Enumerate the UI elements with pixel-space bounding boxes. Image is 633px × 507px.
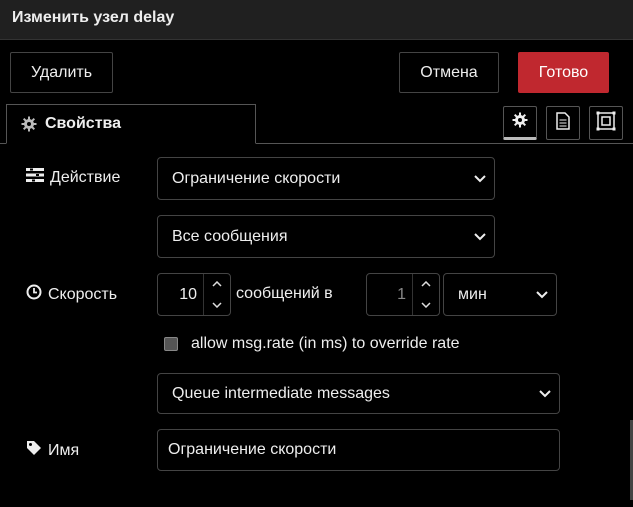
- stepper-down-icon[interactable]: [204, 295, 230, 316]
- chevron-down-icon: [474, 170, 486, 188]
- queue-mode-select[interactable]: Queue intermediate messages: [157, 373, 560, 414]
- chevron-down-icon: [474, 228, 486, 246]
- chevron-down-icon: [536, 286, 548, 304]
- stepper-arrows: [203, 274, 230, 315]
- tab-description-button[interactable]: [546, 106, 580, 140]
- stepper-up-icon[interactable]: [204, 274, 230, 295]
- name-label-row: Имя: [26, 440, 79, 461]
- chevron-down-icon: [539, 385, 551, 403]
- gear-icon: [512, 112, 528, 133]
- dialog-title: Изменить узел delay: [12, 9, 175, 26]
- rate-count-stepper[interactable]: 10: [157, 273, 231, 316]
- tab-settings-button[interactable]: [503, 106, 537, 140]
- queue-mode-value: Queue intermediate messages: [172, 384, 390, 402]
- delete-button[interactable]: Удалить: [10, 52, 113, 93]
- list-icon: [26, 168, 44, 187]
- tab-properties[interactable]: Свойства: [6, 104, 256, 144]
- tag-icon: [26, 440, 42, 461]
- rate-unit-value: мин: [458, 285, 487, 303]
- action-mode-value: Ограничение скорости: [172, 169, 341, 187]
- stepper-down-icon[interactable]: [413, 295, 439, 316]
- rate-interval-stepper[interactable]: 1: [366, 273, 440, 316]
- action-scope-value: Все сообщения: [172, 227, 288, 245]
- rate-label: Скорость: [48, 285, 118, 303]
- action-mode-select[interactable]: Ограничение скорости: [157, 157, 495, 200]
- stepper-arrows: [412, 274, 439, 315]
- rate-per-text: сообщений в: [236, 285, 333, 302]
- frame-icon: [596, 111, 616, 136]
- rate-unit-select[interactable]: мин: [443, 273, 557, 316]
- dialog-titlebar: Изменить узел delay: [0, 0, 633, 40]
- document-icon: [556, 111, 570, 135]
- rate-label-row: Скорость: [26, 284, 117, 305]
- done-button[interactable]: Готово: [518, 52, 609, 93]
- override-label: allow msg.rate (in ms) to override rate: [191, 335, 460, 352]
- name-label: Имя: [48, 441, 80, 459]
- action-scope-select[interactable]: Все сообщения: [157, 215, 495, 258]
- gear-icon: [21, 116, 37, 132]
- tab-properties-label: Свойства: [45, 115, 122, 132]
- action-label-row: Действие: [26, 168, 120, 187]
- action-label: Действие: [50, 168, 121, 186]
- name-input[interactable]: Ограничение скорости: [157, 429, 560, 471]
- name-input-value: Ограничение скорости: [168, 441, 337, 458]
- rate-interval-value: 1: [397, 285, 406, 303]
- cancel-button[interactable]: Отмена: [399, 52, 499, 93]
- rate-count-value: 10: [179, 285, 197, 303]
- clock-icon: [26, 284, 42, 305]
- tab-appearance-button[interactable]: [589, 106, 623, 140]
- stepper-up-icon[interactable]: [413, 274, 439, 295]
- override-checkbox[interactable]: [164, 337, 178, 351]
